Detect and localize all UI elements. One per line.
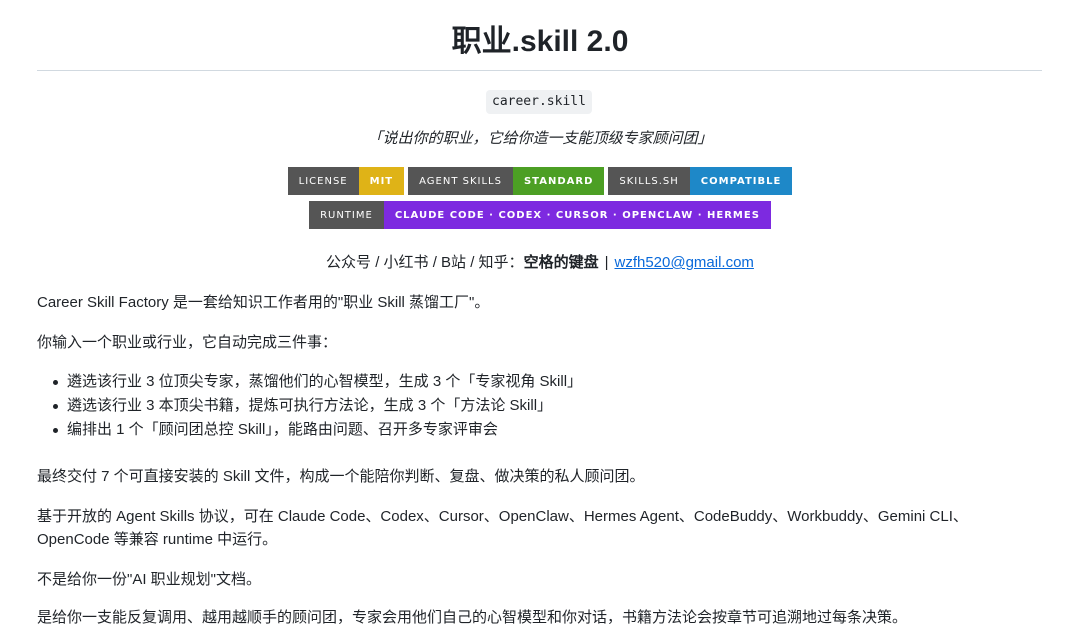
badge-label: LICENSE <box>287 167 359 195</box>
badge-message: COMPATIBLE <box>689 167 793 195</box>
skills-sh-badge[interactable]: SKILLS.SH COMPATIBLE <box>608 167 793 195</box>
list-item: 遴选该行业 3 本顶尖书籍，提炼可执行方法论，生成 3 个「方法论 Skill」 <box>37 395 582 417</box>
email-link[interactable]: wzfh520@gmail.com <box>614 254 753 271</box>
badge-label: AGENT SKILLS <box>408 167 513 195</box>
license-badge[interactable]: LICENSE MIT <box>287 167 405 195</box>
contact-prefix: 公众号 / 小红书 / B站 / 知乎： <box>326 254 524 271</box>
list-item-text: 遴选该行业 3 位顶尖专家，蒸馏他们的心智模型，生成 3 个「专家视角 Skil… <box>67 373 583 390</box>
inline-code-chip: career.skill <box>486 90 592 114</box>
agent-skills-badge[interactable]: AGENT SKILLS STANDARD <box>408 167 605 195</box>
intro-paragraph: Career Skill Factory 是一套给知识工作者用的"职业 Skil… <box>37 294 490 311</box>
steps-intro-paragraph: 你输入一个职业或行业，它自动完成三件事： <box>37 334 338 351</box>
list-item-text: 遴选该行业 3 本顶尖书籍，提炼可执行方法论，生成 3 个「方法论 Skill」 <box>67 397 553 414</box>
bullet-icon <box>53 404 58 409</box>
badge-label: RUNTIME <box>309 201 384 229</box>
badge-message: STANDARD <box>512 167 605 195</box>
list-item: 遴选该行业 3 位顶尖专家，蒸馏他们的心智模型，生成 3 个「专家视角 Skil… <box>37 371 582 393</box>
readme-page: 职业.skill 2.0 career.skill 「说出你的职业，它给你造一支… <box>0 0 1080 641</box>
badge-label: SKILLS.SH <box>608 167 690 195</box>
title-divider <box>37 70 1042 71</box>
page-title: 职业.skill 2.0 <box>451 25 629 58</box>
contact-author-name: 空格的键盘 <box>523 254 599 271</box>
badge-message: CLAUDE CODE · CODEX · CURSOR · OPENCLAW … <box>383 201 771 229</box>
badge-row-2: RUNTIME CLAUDE CODE · CODEX · CURSOR · O… <box>0 201 1080 229</box>
protocol-paragraph-line-1: 基于开放的 Agent Skills 协议，可在 Claude Code、Cod… <box>37 508 968 525</box>
badge-row-1: LICENSE MIT AGENT SKILLS STANDARD SKILLS… <box>0 167 1080 195</box>
tagline: 「说出你的职业，它给你造一支能顶级专家顾问团」 <box>367 130 713 147</box>
bullet-icon <box>53 380 58 385</box>
feature-list: 遴选该行业 3 位顶尖专家，蒸馏他们的心智模型，生成 3 个「专家视角 Skil… <box>37 371 582 443</box>
badge-message: MIT <box>358 167 405 195</box>
not-a-doc-paragraph: 不是给你一份"AI 职业规划"文档。 <box>37 571 261 588</box>
protocol-paragraph-line-2: OpenCode 等兼容 runtime 中运行。 <box>37 531 278 548</box>
bullet-icon <box>53 428 58 433</box>
list-item: 编排出 1 个「顾问团总控 Skill」，能路由问题、召开多专家评审会 <box>37 419 582 441</box>
deliverables-paragraph: 最终交付 7 个可直接安装的 Skill 文件，构成一个能陪你判断、复盘、做决策… <box>37 468 645 485</box>
contact-separator: | <box>604 254 609 271</box>
runtime-badge[interactable]: RUNTIME CLAUDE CODE · CODEX · CURSOR · O… <box>309 201 771 229</box>
advisor-team-paragraph: 是给你一支能反复调用、越用越顺手的顾问团，专家会用他们自己的心智模型和你对话，书… <box>37 609 908 626</box>
contact-line: 公众号 / 小红书 / B站 / 知乎：空格的键盘 | wzfh520@gmail.… <box>0 252 1080 274</box>
list-item-text: 编排出 1 个「顾问团总控 Skill」，能路由问题、召开多专家评审会 <box>67 421 498 438</box>
